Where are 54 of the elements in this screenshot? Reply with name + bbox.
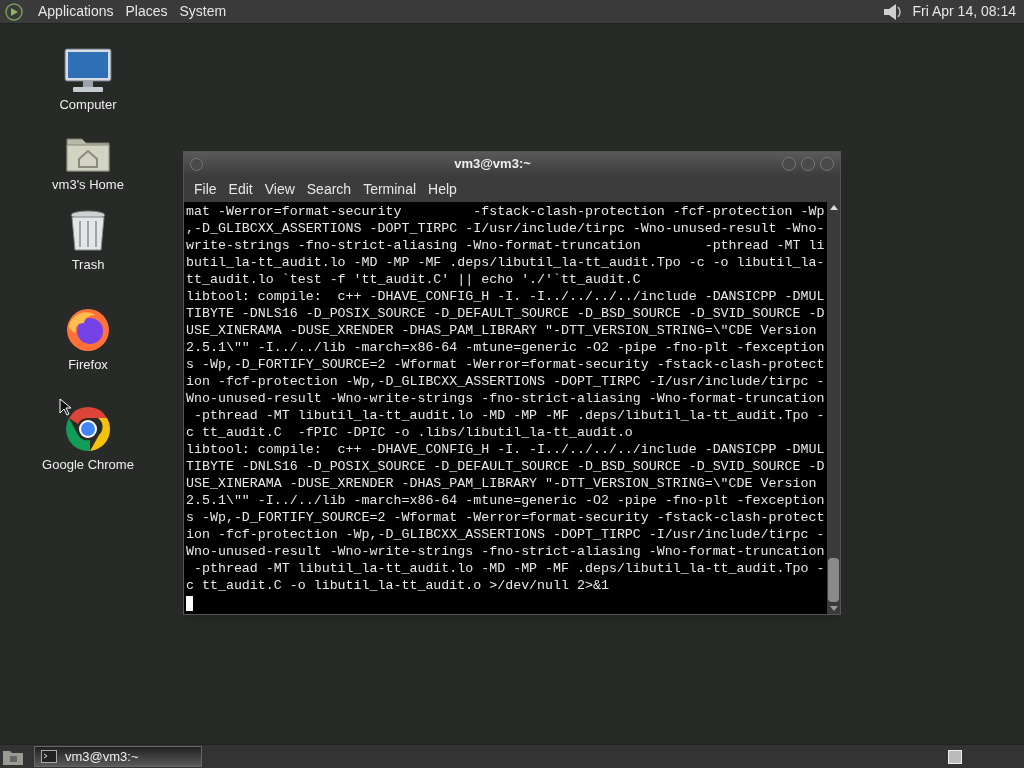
- logo-icon: [4, 1, 24, 22]
- desktop-icon-label[interactable]: vm3's Home: [52, 174, 124, 194]
- output-line: Wno-unused-result -Wno-write-strings -fno-strict-aliasing -Wno-format-truncation: [186, 543, 826, 560]
- scrollbar-thumb[interactable]: [828, 558, 839, 602]
- trash-icon: [69, 208, 107, 253]
- output-line: c tt_audit.C -o libutil_la-tt_audit.o >/dev/null 2>&1: [186, 577, 610, 594]
- desktop-icon-label[interactable]: Google Chrome: [42, 454, 134, 474]
- output-line: USE_XINERAMA -DUSE_XRENDER -DHAS_PAM_LIBRARY "-DTT_VERSION_STRING=\"CDE Version: [186, 475, 818, 492]
- output-line: libtool: compile: c++ -DHAVE_CONFIG_H -I. -I../../../../include -DANSICPP -DMUL: [186, 288, 826, 305]
- window-title: vm3@vm3:~: [453, 155, 532, 174]
- output-line: Wno-unused-result -Wno-write-strings -fno-strict-aliasing -Wno-format-truncation: [186, 390, 826, 407]
- clock[interactable]: Fri Apr 14, 08:14: [912, 1, 1020, 22]
- task-label: vm3@vm3:~: [65, 747, 139, 766]
- output-line: TIBYTE -DNLS16 -D_POSIX_SOURCE -D_DEFAULT_SOURCE -D_BSD_SOURCE -D_SVID_SOURCE -D: [186, 458, 826, 475]
- browser-icon: [64, 404, 112, 453]
- menu-item[interactable]: Terminal: [357, 178, 423, 200]
- cursor: [186, 596, 193, 611]
- browser-icon: [65, 306, 111, 353]
- panel-menu[interactable]: Applications: [32, 1, 120, 22]
- terminal-icon: [41, 750, 57, 763]
- pointer-icon: [59, 398, 71, 416]
- output-line: ion -fcf-protection -Wp,-D_GLIBCXX_ASSERTIONS -DOPT_TIRPC -I/usr/include/tirpc -: [186, 373, 826, 390]
- output-line: butil_la-tt_audit.lo -MD -MP -MF .deps/libutil_la-tt_audit.Tpo -c -o libutil_la-: [186, 254, 826, 271]
- output-line: mat -Werror=format-security -fstack-clash-protection -fcf-protection -Wp: [186, 203, 826, 220]
- output-line: write-strings -fno-strict-aliasing -Wno-format-truncation -pthread -MT li: [186, 237, 826, 254]
- desktop-icon-label[interactable]: Computer: [59, 94, 117, 114]
- taskbar-button[interactable]: vm3@vm3:~: [34, 746, 202, 767]
- workspace-switcher[interactable]: [948, 749, 962, 764]
- output-line: -pthread -MT libutil_la-tt_audit.lo -MD -MP -MF .deps/libutil_la-tt_audit.Tpo -: [192, 560, 826, 577]
- menu-item[interactable]: Search: [300, 178, 358, 200]
- output-line: s -Wp,-D_FORTIFY_SOURCE=2 -Wformat -Werror=format-security -fstack-clash-protect: [186, 509, 826, 526]
- output-line: -pthread -MT libutil_la-tt_audit.lo -MD -MP -MF .deps/libutil_la-tt_audit.Tpo -: [192, 407, 826, 424]
- output-line: tt_audit.lo `test -f 'tt_audit.C' || echo './'`tt_audit.C: [186, 271, 642, 288]
- panel-menu[interactable]: System: [173, 1, 233, 22]
- desktop-icon-label[interactable]: Firefox: [68, 354, 108, 374]
- output-line: TIBYTE -DNLS16 -D_POSIX_SOURCE -D_DEFAULT_SOURCE -D_BSD_SOURCE -D_SVID_SOURCE -D: [186, 305, 826, 322]
- menu-item[interactable]: View: [258, 178, 301, 200]
- scroll-up-icon[interactable]: [829, 204, 838, 210]
- menu-item[interactable]: Edit: [222, 178, 259, 200]
- output-line: USE_XINERAMA -DUSE_XRENDER -DHAS_PAM_LIBRARY "-DTT_VERSION_STRING=\"CDE Version: [186, 322, 818, 339]
- menu-item[interactable]: Help: [422, 178, 463, 200]
- output-line: ,-D_GLIBCXX_ASSERTIONS -DOPT_TIRPC -I/usr/include/tirpc -Wno-unused-result -Wno-: [186, 220, 826, 237]
- output-line: ion -fcf-protection -Wp,-D_GLIBCXX_ASSERTIONS -DOPT_TIRPC -I/usr/include/tirpc -: [186, 526, 826, 543]
- menu-item[interactable]: File: [188, 178, 223, 200]
- monitor-icon: [63, 46, 113, 93]
- scrollbar[interactable]: [827, 202, 840, 614]
- output-line: libtool: compile: c++ -DHAVE_CONFIG_H -I. -I../../../../include -DANSICPP -DMUL: [186, 441, 826, 458]
- output-line: 2.5.1\"" -I../../lib -march=x86-64 -mtune=generic -O2 -pipe -fno-plt -fexception: [186, 492, 826, 509]
- output-line: c tt_audit.C -fPIC -DPIC -o .libs/libutil_la-tt_audit.o: [186, 424, 634, 441]
- output-line: s -Wp,-D_FORTIFY_SOURCE=2 -Wformat -Werror=format-security -fstack-clash-protect: [186, 356, 826, 373]
- output-line: 2.5.1\"" -I../../lib -march=x86-64 -mtune=generic -O2 -pipe -fno-plt -fexception: [186, 339, 826, 356]
- desktop-icon-label[interactable]: Trash: [71, 254, 105, 274]
- scroll-down-icon[interactable]: [829, 606, 838, 612]
- panel-menu[interactable]: Places: [119, 1, 174, 22]
